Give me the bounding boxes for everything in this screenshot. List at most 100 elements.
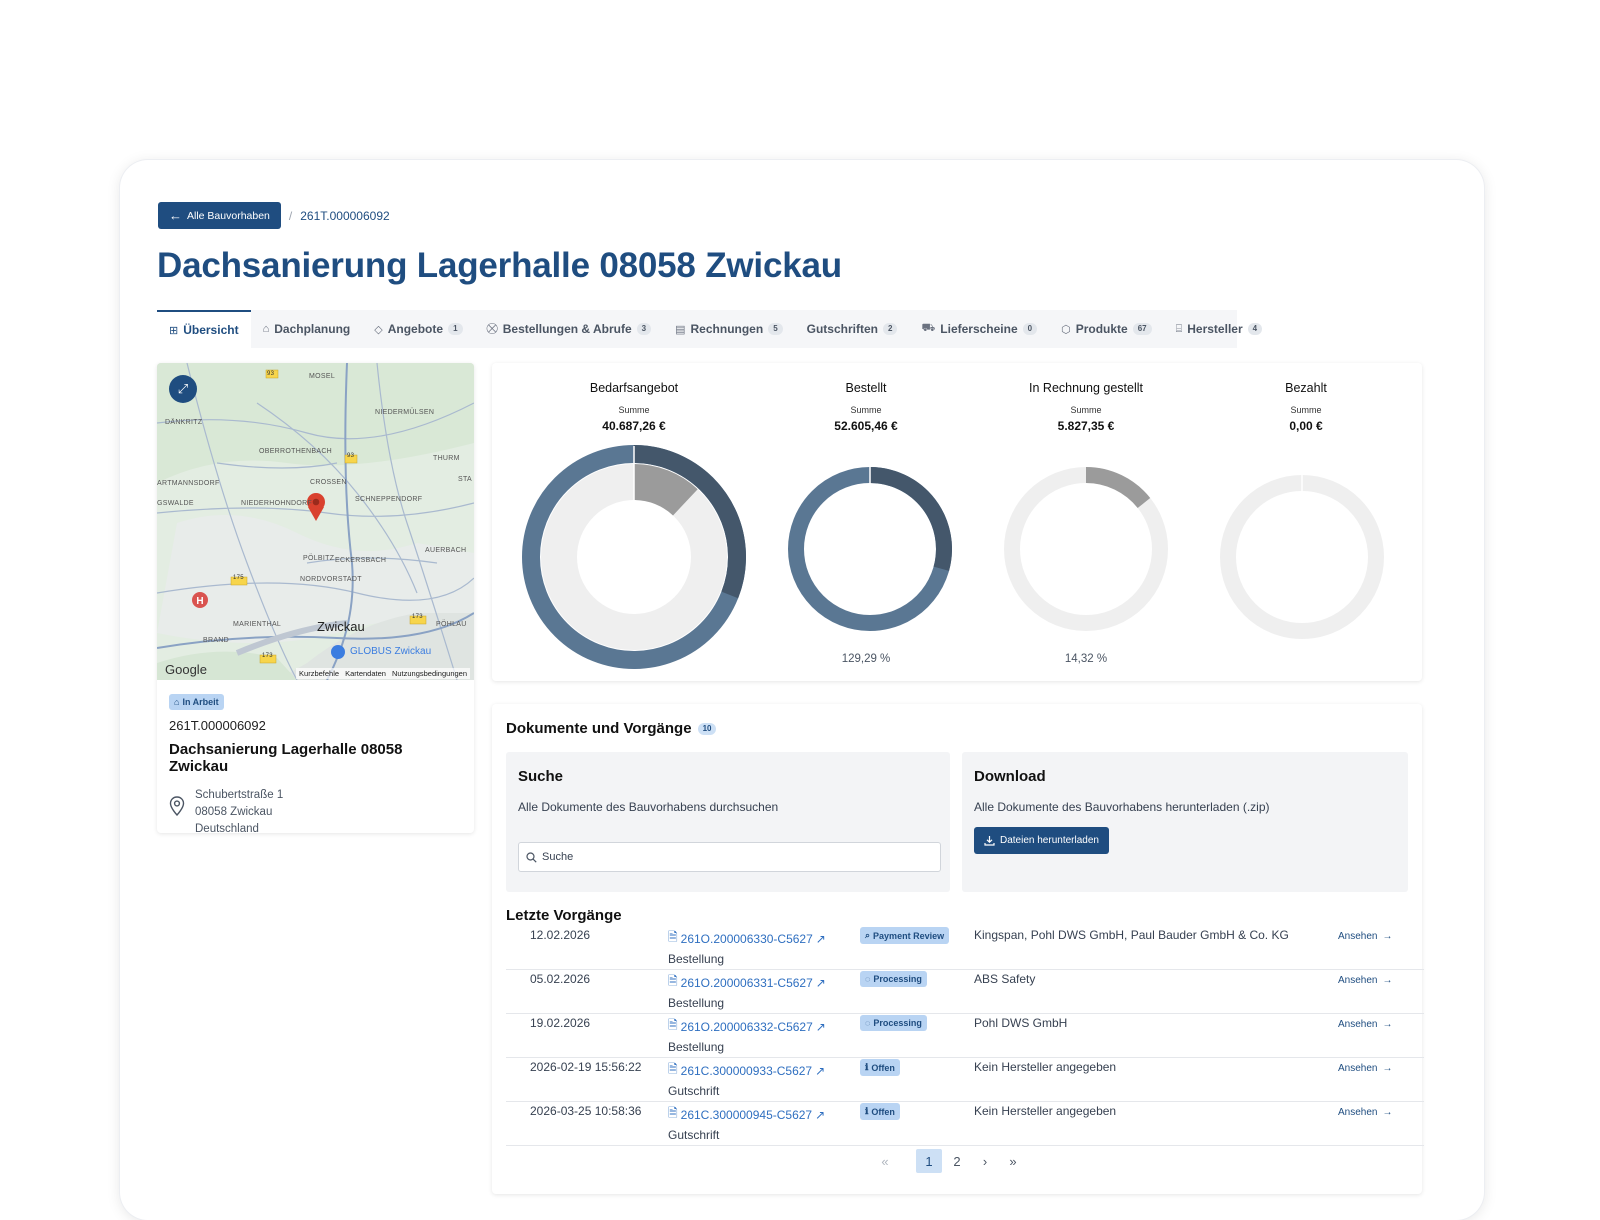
stat-sum-label: Summe (850, 405, 882, 415)
road-label: 175 (233, 575, 244, 581)
tab-label: Dachplanung (274, 322, 351, 336)
external-link-icon: ↗ (815, 931, 826, 946)
tab-dachplanung[interactable]: ⌂ Dachplanung (251, 310, 363, 348)
spinner-icon: ◌ (865, 1018, 871, 1028)
document-link[interactable]: 🗎 261C.300000933-C5627 ↗ (668, 1060, 825, 1081)
document-type: Bestellung (668, 1040, 725, 1054)
search-input[interactable]: Suche (518, 842, 941, 872)
cart-icon: ⛒ (486, 322, 498, 335)
stat-sum-value: 0,00 € (1289, 419, 1323, 433)
search-panel-title: Suche (518, 768, 564, 785)
next-page-button[interactable]: › (972, 1149, 998, 1173)
tab-bar: ⊞ Übersicht ⌂ Dachplanung ◇ Angebote 1 ⛒… (157, 310, 1263, 348)
tab-hersteller[interactable]: ⌸ Hersteller 4 (1164, 310, 1274, 348)
road-label: 173 (412, 614, 423, 620)
row-date: 19.02.2026 (530, 1016, 591, 1030)
grid-icon: ⊞ (169, 324, 179, 337)
document-link[interactable]: 🗎 261C.300000945-C5627 ↗ (668, 1104, 825, 1125)
page-button-2[interactable]: 2 (944, 1149, 970, 1173)
first-page-button[interactable]: « (872, 1149, 898, 1173)
page-button-1[interactable]: 1 (916, 1149, 942, 1173)
map-place-label: PÖHLAU (436, 621, 467, 628)
arrow-right-icon: → (1382, 931, 1393, 942)
stat-bestellt: Bestellt Summe 52.605,46 € (756, 363, 976, 433)
address-country: Deutschland (195, 823, 259, 833)
recent-table: 12.02.2026 🗎 261O.200006330-C5627 ↗ Best… (506, 926, 1424, 1146)
tab-label: Angebote (387, 322, 444, 336)
view-button[interactable]: Ansehen → (1338, 1063, 1392, 1074)
search-panel-description: Alle Dokumente des Bauvorhabens durchsuc… (518, 800, 779, 814)
row-document: 🗎 261O.200006330-C5627 ↗ Bestellung (668, 928, 826, 966)
table-row: 05.02.2026 🗎 261O.200006331-C5627 ↗ Best… (506, 970, 1424, 1014)
tab-angebote[interactable]: ◇ Angebote 1 (362, 310, 474, 348)
document-link[interactable]: 🗎 261O.200006330-C5627 ↗ (668, 928, 826, 949)
back-to-projects-button[interactable]: ← Alle Bauvorhaben (158, 202, 281, 229)
document-icon: 🗎 (668, 930, 678, 944)
location-map[interactable]: H ⤢ MOSEL DÄNKRITZ NIEDERMÜLSEN OBERROTH… (157, 363, 474, 680)
document-number: 261O.200006330-C5627 (680, 931, 813, 946)
box-icon: ⬡ (1061, 323, 1071, 336)
document-link[interactable]: 🗎 261O.200006331-C5627 ↗ (668, 972, 826, 993)
last-page-button[interactable]: » (1000, 1149, 1026, 1173)
project-id: 261T.000006092 (169, 718, 266, 733)
view-button[interactable]: Ansehen → (1338, 1019, 1392, 1030)
tab-rechnungen[interactable]: ▤ Rechnungen 5 (663, 310, 795, 348)
stat-title: Bezahlt (1285, 381, 1327, 395)
map-terms-link[interactable]: Nutzungsbedingungen (392, 669, 467, 678)
donut-bezahlt (1220, 475, 1384, 639)
map-place-label: STA (458, 476, 472, 483)
row-supplier: Pohl DWS GmbH (974, 1016, 1068, 1030)
map-place-label: GSWALDE (157, 500, 194, 507)
document-type: Gutschrift (668, 1084, 720, 1098)
document-number: 261C.300000945-C5627 (680, 1107, 813, 1122)
map-footer-links: Kurzbefehle Kartendaten Nutzungsbedingun… (296, 668, 470, 679)
map-shortcuts-link[interactable]: Kurzbefehle (299, 669, 339, 678)
search-icon (526, 851, 537, 863)
map-place-label: NORDVORSTADT (300, 576, 362, 583)
donut-segment (869, 467, 952, 571)
info-icon: ℹ (865, 1062, 869, 1072)
breadcrumb-project-id[interactable]: 261T.000006092 (300, 209, 389, 223)
tab-bestellungen[interactable]: ⛒ Bestellungen & Abrufe 3 (475, 310, 664, 348)
donut-inner-segment (633, 464, 698, 516)
document-link[interactable]: 🗎 261O.200006332-C5627 ↗ (668, 1016, 826, 1037)
map-place-label: ECKERSBACH (335, 557, 387, 564)
documents-heading: Dokumente und Vorgänge 10 (506, 720, 717, 737)
map-place-label: NIEDERMÜLSEN (375, 409, 435, 416)
pagination: « 1 2 › » (872, 1149, 1028, 1173)
documents-title: Dokumente und Vorgänge (506, 720, 692, 737)
road-label: 93 (347, 453, 355, 459)
download-panel: Download Alle Dokumente des Bauvorhabens… (962, 752, 1408, 892)
stat-sum-value: 5.827,35 € (1057, 419, 1115, 433)
stat-sum-label: Summe (1070, 405, 1102, 415)
map-place-label: SCHNEPPENDORF (355, 496, 423, 503)
map-place-label: MARIENTHAL (233, 621, 282, 628)
tab-uebersicht[interactable]: ⊞ Übersicht (157, 310, 251, 348)
download-icon (984, 836, 995, 846)
status-badge: ⌕ Payment Review (860, 927, 950, 944)
expand-map-icon[interactable]: ⤢ (169, 375, 197, 403)
breadcrumb-separator: / (288, 208, 293, 223)
search-icon: ⌕ (865, 930, 871, 940)
stat-sum-value: 40.687,26 € (602, 419, 666, 433)
view-button[interactable]: Ansehen → (1338, 1107, 1392, 1118)
tab-produkte[interactable]: ⬡ Produkte 67 (1049, 310, 1164, 348)
tab-label: Produkte (1075, 322, 1128, 336)
map-data-link[interactable]: Kartendaten (345, 669, 386, 678)
stat-sum-label: Summe (1290, 405, 1322, 415)
view-button[interactable]: Ansehen → (1338, 975, 1392, 986)
view-label: Ansehen (1338, 975, 1378, 986)
tab-lieferscheine[interactable]: ⛟ Lieferscheine 0 (909, 310, 1049, 348)
donut-bestellt (788, 467, 952, 631)
view-button[interactable]: Ansehen → (1338, 931, 1392, 942)
receipt-icon: ▤ (675, 323, 686, 336)
arrow-left-icon: ← (169, 208, 182, 223)
tab-count-badge: 2 (882, 323, 898, 335)
download-files-button[interactable]: Dateien herunterladen (974, 827, 1109, 854)
tab-gutschriften[interactable]: Gutschriften 2 (795, 310, 910, 348)
arrow-right-icon: → (1382, 1107, 1393, 1118)
documents-count-badge: 10 (697, 722, 717, 735)
status-badge: ℹ Offen (860, 1059, 900, 1076)
document-number: 261C.300000933-C5627 (680, 1063, 813, 1078)
donut-segment (1085, 467, 1151, 509)
